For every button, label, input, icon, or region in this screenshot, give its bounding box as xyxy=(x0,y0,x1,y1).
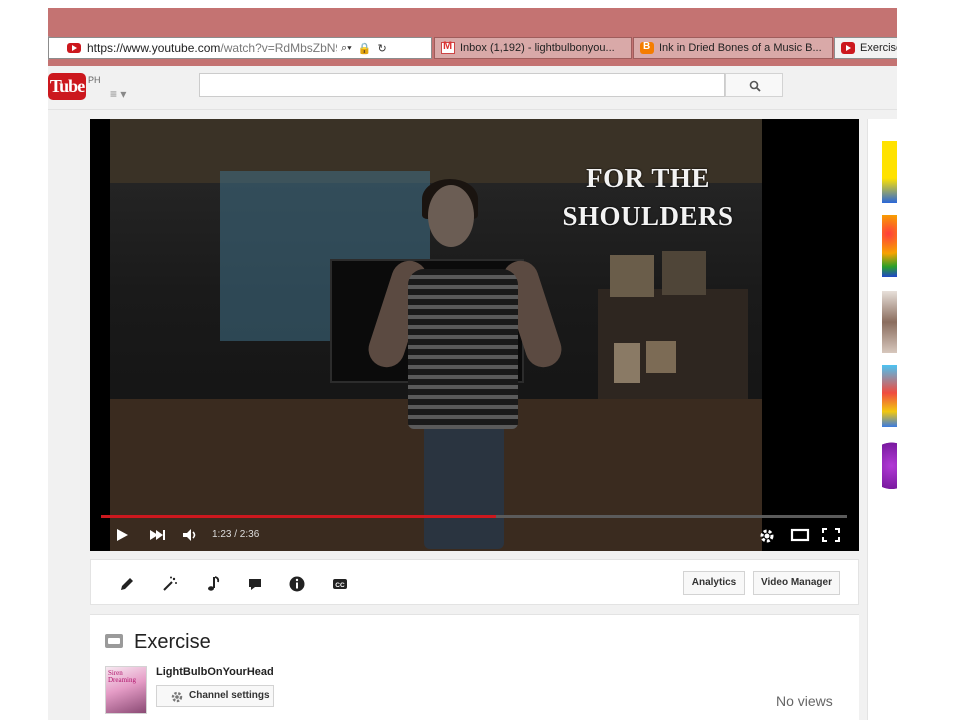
annotations-speech-icon[interactable] xyxy=(246,575,264,593)
view-count: No views xyxy=(776,693,833,709)
masthead-divider xyxy=(48,109,897,110)
video-caption: FOR THE SHOULDERS xyxy=(548,159,748,235)
video-scene-photo xyxy=(662,251,706,295)
refresh-icon[interactable]: ↻ xyxy=(377,42,386,55)
video-info-panel: Exercise Siren Dreaming LightBulbOnYourH… xyxy=(90,614,859,720)
gear-icon xyxy=(171,691,183,703)
progress-bar[interactable] xyxy=(101,515,847,518)
analytics-button[interactable]: Analytics xyxy=(683,571,745,595)
related-videos-sidebar xyxy=(867,119,897,720)
url-host: https://www.youtube.com xyxy=(87,41,221,55)
related-video-thumbnail[interactable] xyxy=(882,291,897,353)
captions-cc-icon[interactable]: CC xyxy=(331,575,349,593)
address-bar-tools: ⌕▾ 🔒 ↻ xyxy=(341,42,387,55)
browser-window: › https://www.youtube.com/watch?v=RdMbsZ… xyxy=(48,8,897,720)
search-icon xyxy=(749,80,761,92)
related-video-thumbnail[interactable] xyxy=(882,215,897,277)
edit-pencil-icon[interactable] xyxy=(118,575,136,593)
play-icon[interactable] xyxy=(114,527,130,543)
video-caption-line: FOR THE xyxy=(586,163,710,193)
related-video-thumbnail[interactable] xyxy=(882,141,897,203)
video-actions-bar: CC Analytics Video Manager xyxy=(90,559,859,605)
player-controls: 1:23 / 2:36 xyxy=(90,519,859,551)
youtube-favicon-icon xyxy=(67,43,81,53)
channel-settings-button[interactable]: Channel settings xyxy=(156,685,274,707)
enhancements-wand-icon[interactable] xyxy=(161,575,179,593)
next-icon[interactable] xyxy=(148,527,166,543)
gmail-icon xyxy=(441,40,455,54)
settings-gear-icon[interactable] xyxy=(758,527,776,545)
tab-label: Exercise xyxy=(860,42,897,54)
video-scene-photo xyxy=(610,255,654,297)
video-person-head xyxy=(428,185,474,247)
blogger-icon xyxy=(640,41,654,54)
avatar-text: Siren Dreaming xyxy=(108,669,136,684)
video-person-body xyxy=(408,269,518,429)
country-code: PH xyxy=(88,75,101,85)
volume-icon[interactable] xyxy=(182,527,200,543)
address-bar[interactable]: https://www.youtube.com/watch?v=RdMbsZbN… xyxy=(48,37,432,59)
tab-gmail-inbox[interactable]: Inbox (1,192) - lightbulbonyou... xyxy=(434,37,632,59)
fullscreen-icon[interactable] xyxy=(821,527,841,543)
svg-text:CC: CC xyxy=(335,582,345,589)
audio-note-icon[interactable] xyxy=(204,575,222,593)
tab-exercise[interactable]: Exercise xyxy=(834,37,897,59)
lock-icon[interactable]: 🔒 xyxy=(358,42,372,55)
time-display: 1:23 / 2:36 xyxy=(212,529,260,540)
youtube-icon xyxy=(841,42,855,54)
video-manager-button[interactable]: Video Manager xyxy=(753,571,840,595)
channel-avatar[interactable]: Siren Dreaming xyxy=(105,666,147,714)
video-scene-photo xyxy=(614,343,640,383)
video-title: Exercise xyxy=(134,631,211,653)
channel-settings-label: Channel settings xyxy=(189,690,270,701)
channel-name-link[interactable]: LightBulbOnYourHead xyxy=(156,666,274,678)
related-video-thumbnail[interactable] xyxy=(882,441,897,503)
url-text[interactable]: https://www.youtube.com/watch?v=RdMbsZbN… xyxy=(87,41,337,55)
tab-blogger[interactable]: Ink in Dried Bones of a Music B... xyxy=(633,37,833,59)
progress-bar-played xyxy=(101,515,497,518)
video-scene-photo xyxy=(646,341,676,373)
video-player[interactable]: FOR THE SHOULDERS 1:23 / 2:36 xyxy=(90,119,859,551)
url-path: /watch?v=RdMbsZbN9z xyxy=(220,41,337,55)
privacy-status-icon xyxy=(105,634,123,648)
theater-mode-icon[interactable] xyxy=(790,527,810,543)
search-dropdown-icon[interactable]: ⌕▾ xyxy=(341,42,352,55)
info-icon[interactable] xyxy=(288,575,306,593)
video-frame[interactable]: FOR THE SHOULDERS xyxy=(110,119,762,551)
guide-menu-icon[interactable]: ≡ ▾ xyxy=(110,87,126,101)
search-input[interactable] xyxy=(199,73,725,97)
youtube-logo[interactable]: Tube xyxy=(48,73,86,100)
search-button[interactable] xyxy=(725,73,783,97)
related-video-thumbnail[interactable] xyxy=(882,365,897,427)
tab-label: Inbox (1,192) - lightbulbonyou... xyxy=(460,42,615,54)
video-caption-line: SHOULDERS xyxy=(562,201,734,231)
tab-label: Ink in Dried Bones of a Music B... xyxy=(659,42,822,54)
